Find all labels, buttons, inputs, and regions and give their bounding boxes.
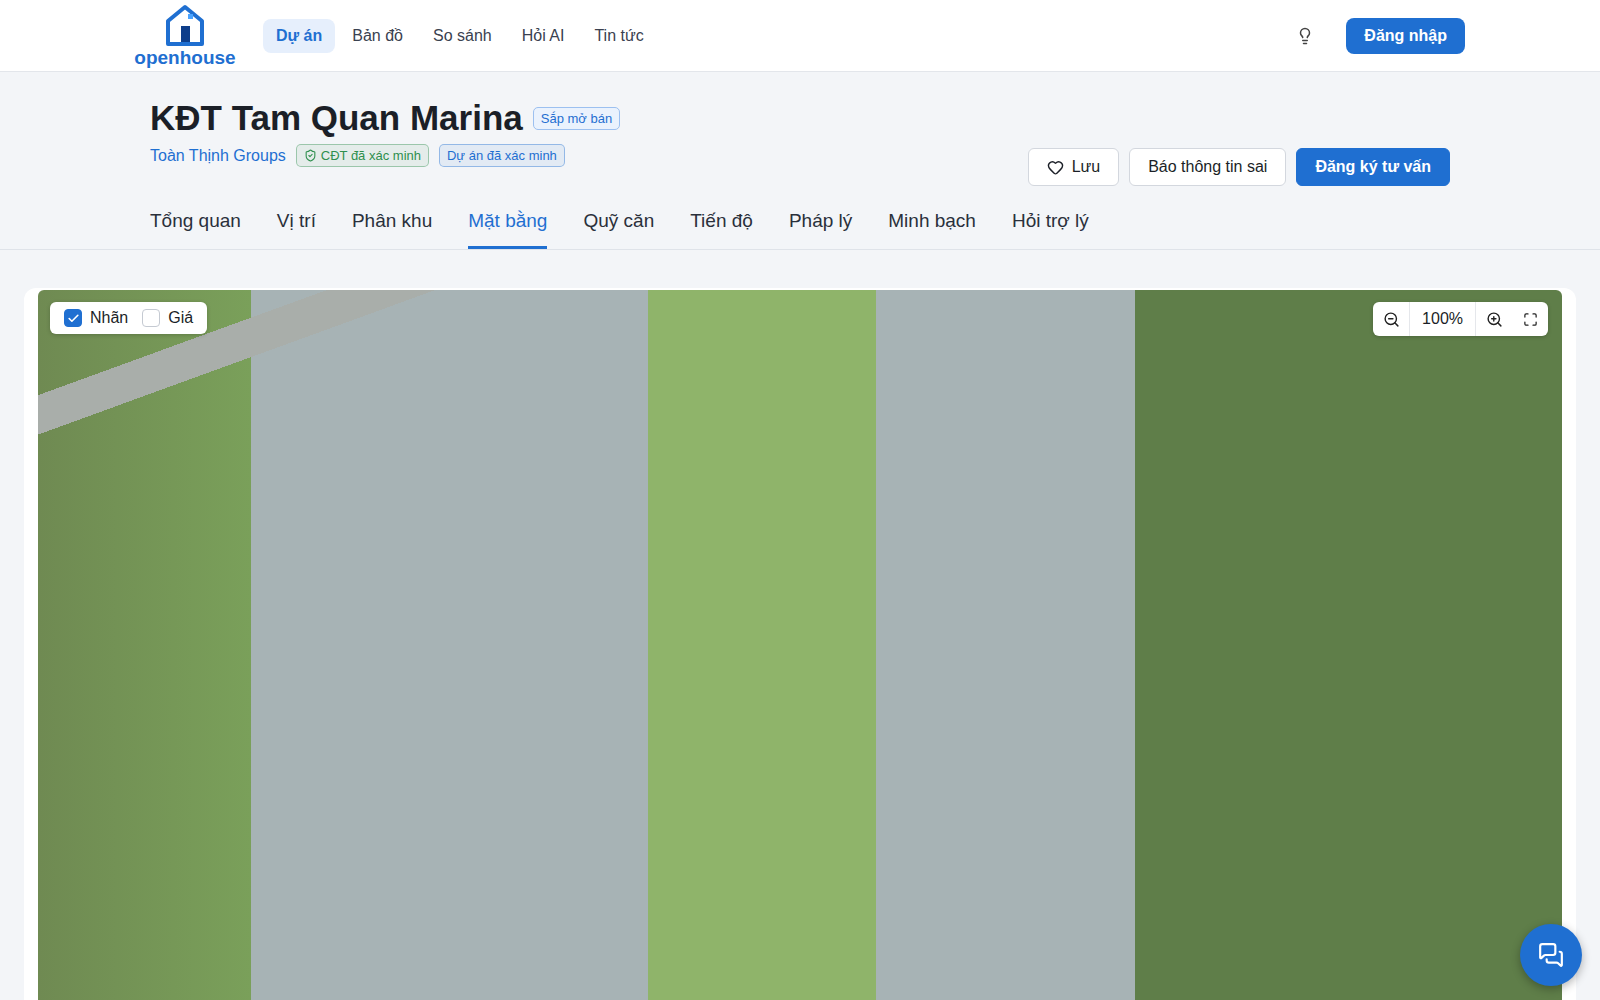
nav-item[interactable]: Dự án	[263, 19, 335, 53]
checkbox-box[interactable]	[142, 309, 160, 327]
logo-text: openhouse	[134, 48, 235, 67]
verify-badge: CĐT đã xác minh	[296, 144, 429, 167]
zoom-out-button[interactable]	[1373, 302, 1409, 336]
heart-icon	[1047, 159, 1064, 176]
tab[interactable]: Mặt bằng	[468, 200, 547, 249]
nav-item[interactable]: So sánh	[420, 19, 505, 53]
layer-toggles: Nhãn Giá	[50, 302, 207, 334]
zoom-out-icon	[1383, 311, 1400, 328]
layer-checkbox[interactable]: Giá	[142, 309, 193, 327]
consult-button[interactable]: Đăng ký tư vấn	[1296, 148, 1450, 186]
tab[interactable]: Vị trí	[277, 200, 316, 249]
shield-icon	[304, 149, 317, 162]
theme-button[interactable]	[1292, 23, 1318, 49]
tab[interactable]: Tiến độ	[690, 200, 753, 249]
developer-link[interactable]: Toàn Thịnh Groups	[150, 147, 286, 165]
logo[interactable]: openhouse	[135, 4, 235, 67]
lightbulb-icon	[1296, 27, 1314, 45]
fullscreen-icon	[1523, 312, 1538, 327]
tab[interactable]: Quỹ căn	[583, 200, 654, 249]
chat-icon	[1538, 942, 1564, 968]
login-button[interactable]: Đăng nhập	[1346, 18, 1465, 54]
project-header: KĐT Tam Quan Marina Sắp mở bán Toàn Thịnh …	[150, 72, 1450, 186]
verify-badge: Dự án đã xác minh	[439, 144, 565, 167]
nav-item[interactable]: Hỏi AI	[509, 19, 578, 53]
nav-item[interactable]: Bản đồ	[339, 19, 416, 53]
tab[interactable]: Pháp lý	[789, 200, 852, 249]
chat-button[interactable]	[1520, 924, 1582, 986]
nav-item[interactable]: Tin tức	[581, 19, 656, 53]
tab[interactable]: Tổng quan	[150, 200, 241, 249]
checkbox-box[interactable]	[64, 309, 82, 327]
tab[interactable]: Hỏi trợ lý	[1012, 200, 1089, 249]
zoom-level: 100%	[1409, 302, 1476, 336]
tab[interactable]: Minh bạch	[888, 200, 976, 249]
tab-bar: Tổng quan Vị trí Phân khu Mặt bằng Quỹ căn Ti…	[0, 200, 1600, 250]
master-plan-map[interactable]: Nhãn Giá 100%	[38, 290, 1562, 1000]
fullscreen-button[interactable]	[1512, 302, 1548, 336]
zoom-in-icon	[1486, 311, 1503, 328]
zoom-controls: 100%	[1373, 302, 1548, 336]
project-title: KĐT Tam Quan Marina	[150, 98, 523, 138]
check-icon	[67, 312, 80, 325]
top-header: openhouse Dự ánBản đồSo sánhHỏi AITin tức…	[0, 0, 1600, 72]
tab[interactable]: Phân khu	[352, 200, 432, 249]
layer-checkbox[interactable]: Nhãn	[64, 309, 128, 327]
report-button[interactable]: Báo thông tin sai	[1129, 148, 1286, 186]
logo-house-icon	[164, 4, 206, 46]
status-badge: Sắp mở bán	[533, 107, 620, 130]
save-button[interactable]: Lưu	[1028, 148, 1120, 186]
map-card: Nhãn Giá 100%	[24, 288, 1576, 1000]
main-nav: Dự ánBản đồSo sánhHỏi AITin tức	[263, 19, 1264, 53]
zoom-in-button[interactable]	[1476, 302, 1512, 336]
